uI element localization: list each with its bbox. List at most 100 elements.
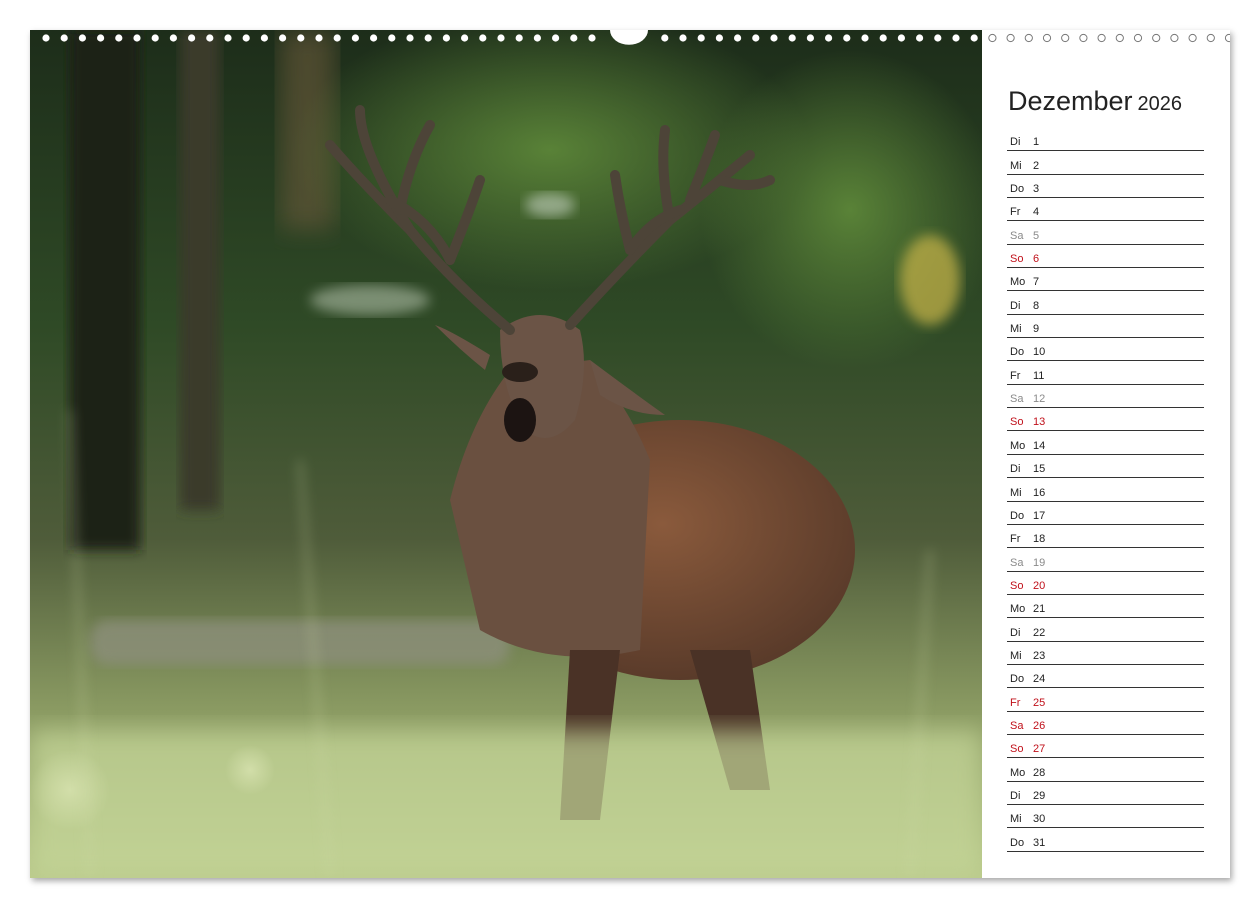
binding-hole	[843, 34, 851, 42]
weekday-label: Sa	[1010, 229, 1024, 242]
month-title: Dezember 2026	[1008, 86, 1182, 117]
day-number: 31	[1033, 836, 1046, 849]
binding-hole	[406, 34, 414, 42]
day-row: Sa 26	[1007, 712, 1204, 735]
day-number: 20	[1033, 579, 1046, 592]
day-number: 25	[1033, 696, 1046, 709]
day-number: 28	[1033, 766, 1046, 779]
day-row: Sa 12	[1007, 385, 1204, 409]
day-number: 24	[1033, 673, 1046, 686]
weekday-label: Do	[1010, 673, 1025, 686]
calendar-page: Dezember 2026 Di 1 Mi 2 Do 3 Fr 4 Sa 5 So 6 Mo 7 Di 8 Mi 9…	[30, 30, 1230, 878]
binding-hole	[388, 34, 396, 42]
binding-hole	[970, 34, 978, 42]
day-number: 3	[1033, 183, 1040, 196]
day-number: 30	[1033, 813, 1046, 826]
weekday-label: So	[1010, 416, 1024, 429]
weekday-label: Di	[1010, 463, 1021, 476]
day-row: Mo 14	[1007, 431, 1204, 455]
binding-hole	[752, 34, 760, 42]
day-row: Mo 21	[1007, 595, 1204, 619]
day-number: 11	[1033, 369, 1045, 382]
weekday-label: Fr	[1010, 696, 1021, 709]
day-row: Di 15	[1007, 455, 1204, 479]
binding-hole	[661, 34, 669, 42]
binding-hole	[897, 34, 906, 42]
day-number: 6	[1033, 253, 1040, 266]
day-row: Mi 30	[1007, 805, 1204, 829]
day-row: Mi 16	[1007, 478, 1204, 502]
binding-hole	[78, 34, 86, 42]
binding-hole	[952, 34, 960, 42]
weekday-label: Mo	[1010, 276, 1026, 289]
binding-hole	[42, 34, 50, 42]
binding-hole	[133, 34, 141, 42]
binding-hole	[260, 34, 268, 42]
day-number: 16	[1033, 486, 1046, 499]
day-row: Mi 9	[1007, 315, 1204, 339]
binding-hole	[697, 34, 705, 42]
binding-hole	[370, 34, 378, 42]
binding-hole	[188, 34, 196, 42]
day-row: Mo 28	[1007, 758, 1204, 782]
binding-hole	[552, 34, 560, 42]
binding-hole	[169, 34, 177, 42]
weekday-label: Sa	[1010, 393, 1024, 406]
weekday-label: Sa	[1010, 556, 1024, 569]
weekday-label: So	[1010, 579, 1024, 592]
day-number: 1	[1033, 136, 1040, 149]
weekday-label: Do	[1010, 346, 1025, 359]
day-number: 17	[1033, 509, 1046, 522]
weekday-label: Mi	[1010, 486, 1022, 499]
day-row: Mi 23	[1007, 642, 1204, 665]
binding-hole	[479, 34, 487, 42]
binding-hole	[679, 34, 687, 42]
day-row: Mi 2	[1007, 151, 1204, 175]
binding-hole	[224, 34, 232, 42]
binding-hole	[879, 34, 887, 42]
day-number: 10	[1033, 346, 1046, 359]
day-number: 2	[1033, 159, 1040, 172]
day-row: Do 24	[1007, 665, 1204, 689]
binding-hole	[442, 34, 450, 42]
day-number: 9	[1033, 323, 1040, 336]
day-number: 4	[1033, 206, 1040, 219]
day-number: 12	[1033, 393, 1046, 406]
binding-hole	[570, 34, 578, 42]
day-row: Sa 19	[1007, 548, 1204, 572]
weekday-label: Di	[1010, 626, 1021, 639]
binding-hole	[770, 34, 778, 42]
binding-hole	[461, 34, 469, 42]
day-number: 14	[1033, 439, 1046, 452]
day-row: Mo 7	[1007, 268, 1204, 292]
day-number: 5	[1033, 229, 1040, 242]
binding-hole	[715, 34, 724, 42]
day-row: Fr 25	[1007, 688, 1204, 712]
binding-hole	[315, 34, 323, 42]
weekday-label: Sa	[1010, 719, 1024, 732]
day-number: 8	[1033, 299, 1040, 312]
day-number: 19	[1033, 556, 1046, 569]
weekday-label: Fr	[1010, 206, 1021, 219]
binding-hole	[788, 34, 796, 42]
day-row: So 6	[1007, 245, 1204, 269]
stag-photo	[30, 30, 982, 878]
day-row: Do 3	[1007, 175, 1204, 199]
day-row: Di 22	[1007, 618, 1204, 642]
weekday-label: Mi	[1010, 649, 1022, 662]
day-row: Do 17	[1007, 502, 1204, 525]
day-number: 13	[1033, 416, 1046, 429]
binding-hole	[734, 34, 742, 42]
weekday-label: Mo	[1010, 766, 1026, 779]
binding-hole	[588, 34, 596, 42]
day-row: So 13	[1007, 408, 1204, 432]
day-number: 29	[1033, 789, 1046, 802]
weekday-label: Fr	[1010, 533, 1021, 546]
weekday-label: Do	[1010, 509, 1025, 522]
weekday-label: Mo	[1010, 439, 1026, 452]
binding-hole	[97, 34, 105, 42]
hanger-notch	[610, 30, 648, 45]
binding-hole	[424, 34, 432, 42]
day-number: 21	[1033, 603, 1046, 616]
binding-hole	[279, 34, 287, 42]
